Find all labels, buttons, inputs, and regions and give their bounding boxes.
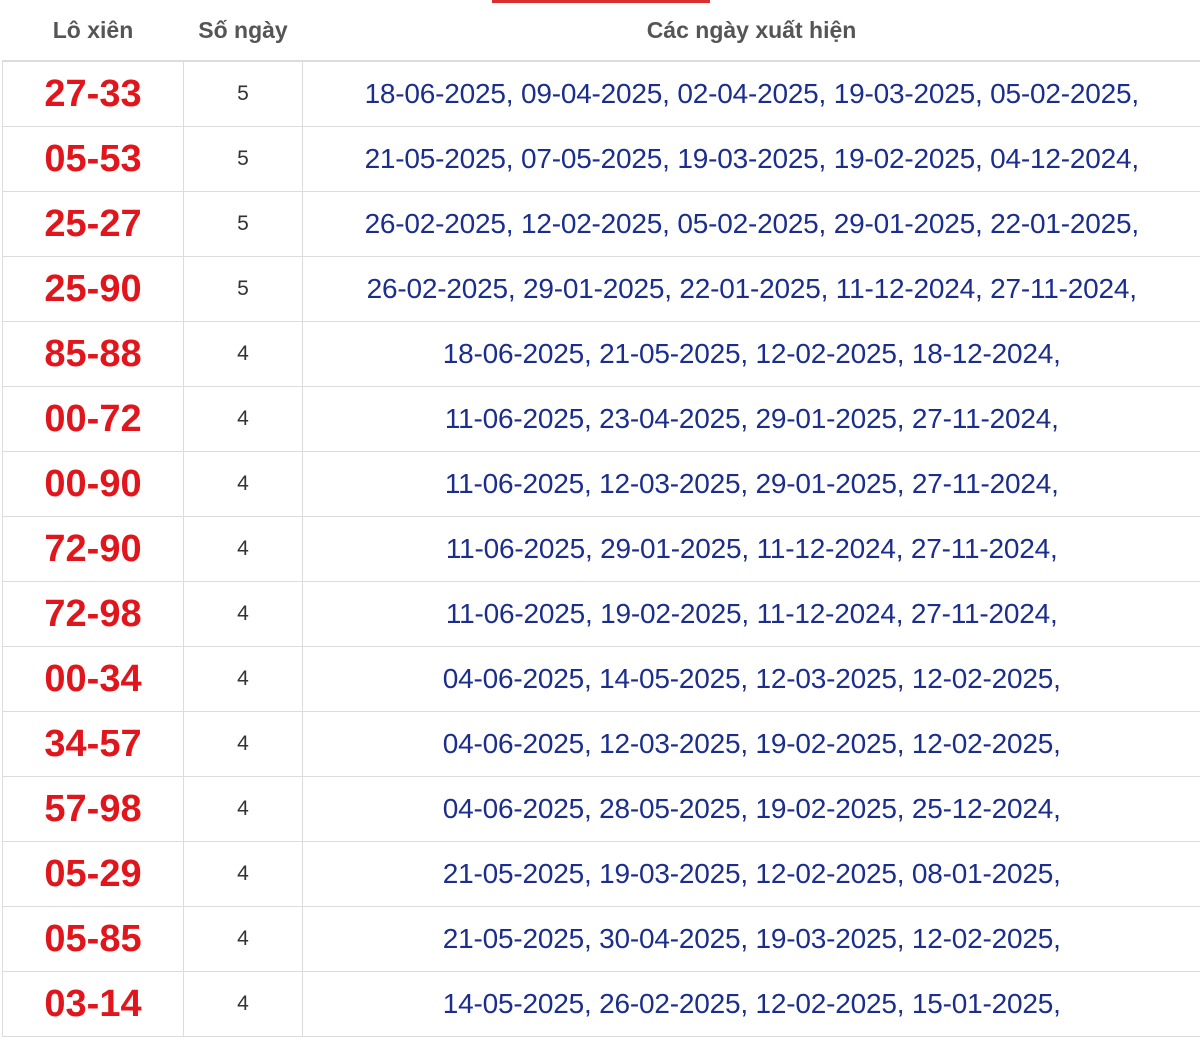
pair-cell: 25-27	[2, 191, 184, 257]
table-row: 25-90 5 26-02-2025, 29-01-2025, 22-01-2025…	[2, 256, 1200, 322]
count-cell: 5	[183, 191, 303, 257]
table-row: 34-57 4 04-06-2025, 12-03-2025, 19-02-2025…	[2, 711, 1200, 777]
dates-cell: 18-06-2025, 21-05-2025, 12-02-2025, 18-1…	[302, 321, 1200, 387]
header-row: Lô xiên Số ngày Các ngày xuất hiện	[2, 0, 1200, 62]
pair-cell: 00-72	[2, 386, 184, 452]
dates-cell: 26-02-2025, 29-01-2025, 22-01-2025, 11-1…	[302, 256, 1200, 322]
table-row: 72-90 4 11-06-2025, 29-01-2025, 11-12-2024…	[2, 516, 1200, 582]
header-count: Số ngày	[183, 0, 303, 62]
count-cell: 5	[183, 256, 303, 322]
dates-cell: 11-06-2025, 12-03-2025, 29-01-2025, 27-1…	[302, 451, 1200, 517]
dates-cell: 21-05-2025, 30-04-2025, 19-03-2025, 12-0…	[302, 906, 1200, 972]
table-row: 00-90 4 11-06-2025, 12-03-2025, 29-01-2025…	[2, 451, 1200, 517]
pair-cell: 72-98	[2, 581, 184, 647]
dates-cell: 18-06-2025, 09-04-2025, 02-04-2025, 19-0…	[302, 60, 1200, 127]
lo-xien-table: Lô xiên Số ngày Các ngày xuất hiện 27-33…	[2, 0, 1200, 1037]
pair-cell: 72-90	[2, 516, 184, 582]
table-body: 27-33 5 18-06-2025, 09-04-2025, 02-04-2025…	[2, 60, 1200, 1037]
count-cell: 4	[183, 581, 303, 647]
table-row: 05-53 5 21-05-2025, 07-05-2025, 19-03-2025…	[2, 126, 1200, 192]
pair-cell: 03-14	[2, 971, 184, 1037]
dates-cell: 26-02-2025, 12-02-2025, 05-02-2025, 29-0…	[302, 191, 1200, 257]
pair-cell: 57-98	[2, 776, 184, 842]
pair-cell: 00-34	[2, 646, 184, 712]
table-row: 05-29 4 21-05-2025, 19-03-2025, 12-02-2025…	[2, 841, 1200, 907]
table-row: 57-98 4 04-06-2025, 28-05-2025, 19-02-2025…	[2, 776, 1200, 842]
dates-cell: 11-06-2025, 29-01-2025, 11-12-2024, 27-1…	[302, 516, 1200, 582]
pair-cell: 05-85	[2, 906, 184, 972]
count-cell: 4	[183, 386, 303, 452]
table-header: Lô xiên Số ngày Các ngày xuất hiện	[2, 0, 1200, 62]
count-cell: 4	[183, 906, 303, 972]
table-row: 25-27 5 26-02-2025, 12-02-2025, 05-02-2025…	[2, 191, 1200, 257]
dates-cell: 04-06-2025, 12-03-2025, 19-02-2025, 12-0…	[302, 711, 1200, 777]
table-row: 27-33 5 18-06-2025, 09-04-2025, 02-04-2025…	[2, 60, 1200, 127]
count-cell: 4	[183, 516, 303, 582]
pair-cell: 05-29	[2, 841, 184, 907]
pair-cell: 85-88	[2, 321, 184, 387]
dates-cell: 11-06-2025, 19-02-2025, 11-12-2024, 27-1…	[302, 581, 1200, 647]
header-pair: Lô xiên	[2, 0, 184, 62]
pair-cell: 34-57	[2, 711, 184, 777]
dates-cell: 21-05-2025, 07-05-2025, 19-03-2025, 19-0…	[302, 126, 1200, 192]
header-dates: Các ngày xuất hiện	[302, 0, 1200, 62]
count-cell: 5	[183, 126, 303, 192]
table-row: 85-88 4 18-06-2025, 21-05-2025, 12-02-2025…	[2, 321, 1200, 387]
table-row: 72-98 4 11-06-2025, 19-02-2025, 11-12-2024…	[2, 581, 1200, 647]
table-row: 05-85 4 21-05-2025, 30-04-2025, 19-03-2025…	[2, 906, 1200, 972]
dates-cell: 21-05-2025, 19-03-2025, 12-02-2025, 08-0…	[302, 841, 1200, 907]
table-row: 00-72 4 11-06-2025, 23-04-2025, 29-01-2025…	[2, 386, 1200, 452]
pair-cell: 27-33	[2, 60, 184, 127]
pair-cell: 00-90	[2, 451, 184, 517]
dates-cell: 04-06-2025, 28-05-2025, 19-02-2025, 25-1…	[302, 776, 1200, 842]
count-cell: 4	[183, 451, 303, 517]
count-cell: 4	[183, 841, 303, 907]
dates-cell: 14-05-2025, 26-02-2025, 12-02-2025, 15-0…	[302, 971, 1200, 1037]
dates-cell: 11-06-2025, 23-04-2025, 29-01-2025, 27-1…	[302, 386, 1200, 452]
count-cell: 4	[183, 646, 303, 712]
count-cell: 5	[183, 60, 303, 127]
pair-cell: 05-53	[2, 126, 184, 192]
pair-cell: 25-90	[2, 256, 184, 322]
count-cell: 4	[183, 971, 303, 1037]
count-cell: 4	[183, 711, 303, 777]
dates-cell: 04-06-2025, 14-05-2025, 12-03-2025, 12-0…	[302, 646, 1200, 712]
count-cell: 4	[183, 321, 303, 387]
table-row: 03-14 4 14-05-2025, 26-02-2025, 12-02-2025…	[2, 971, 1200, 1037]
table-row: 00-34 4 04-06-2025, 14-05-2025, 12-03-2025…	[2, 646, 1200, 712]
count-cell: 4	[183, 776, 303, 842]
